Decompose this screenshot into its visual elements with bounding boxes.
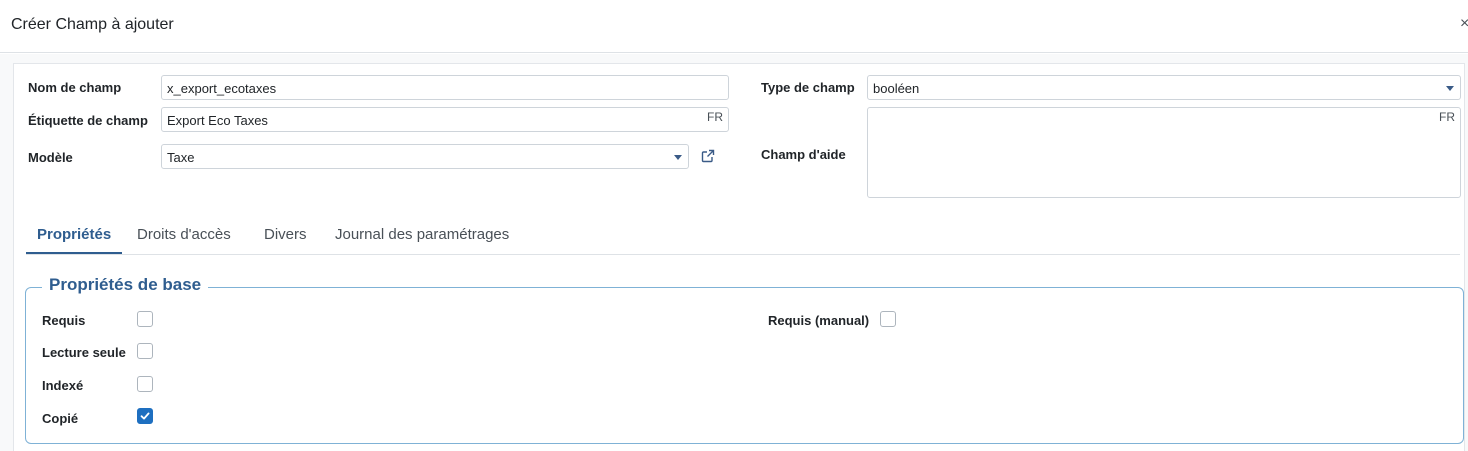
check-icon [140,412,150,420]
notebook-tabs: Propriétés Droits d'accès Divers Journal… [26,213,1460,255]
model-label: Modèle [28,150,73,165]
field-name-label: Nom de champ [28,80,122,95]
field-label-label: Étiquette de champ [28,113,148,128]
tab-config-journal[interactable]: Journal des paramétrages [335,226,509,243]
base-properties-title: Propriétés de base [42,275,209,295]
indexed-checkbox[interactable] [137,376,153,392]
caret-down-icon [674,155,682,160]
tab-access-rights[interactable]: Droits d'accès [137,226,231,243]
indexed-label: Indexé [42,378,84,393]
required-label: Requis [42,313,86,328]
dialog-header: Créer Champ à ajouter × [0,0,1468,53]
active-tab-indicator [26,252,122,254]
field-label-value: Export Eco Taxes [167,113,268,128]
field-type-label: Type de champ [761,80,855,95]
field-type-value: booléen [873,81,920,96]
readonly-label: Lecture seule [42,345,126,360]
required-manual-label: Requis (manual) [768,313,870,328]
copied-checkbox[interactable] [137,408,153,424]
readonly-checkbox[interactable] [137,343,153,359]
tab-misc[interactable]: Divers [264,226,307,243]
field-name-input[interactable]: x_export_ecotaxes [161,75,729,100]
required-checkbox[interactable] [137,311,153,327]
language-button[interactable]: FR [707,110,723,124]
model-value: Taxe [167,150,195,165]
language-button[interactable]: FR [1439,110,1455,124]
required-manual-checkbox[interactable] [880,311,896,327]
base-properties-group [25,287,1464,444]
external-link-icon[interactable] [701,149,717,165]
caret-down-icon [1446,86,1454,91]
help-label: Champ d'aide [761,147,846,162]
help-textarea[interactable]: FR [867,107,1461,198]
close-icon[interactable]: × [1460,16,1468,32]
copied-label: Copié [42,411,79,426]
tab-properties[interactable]: Propriétés [37,226,111,243]
field-name-value: x_export_ecotaxes [167,81,277,96]
field-label-input[interactable]: Export Eco Taxes FR [161,107,729,132]
field-type-select[interactable]: booléen [867,75,1461,100]
dialog-title: Créer Champ à ajouter [11,16,174,33]
model-select[interactable]: Taxe [161,144,689,169]
